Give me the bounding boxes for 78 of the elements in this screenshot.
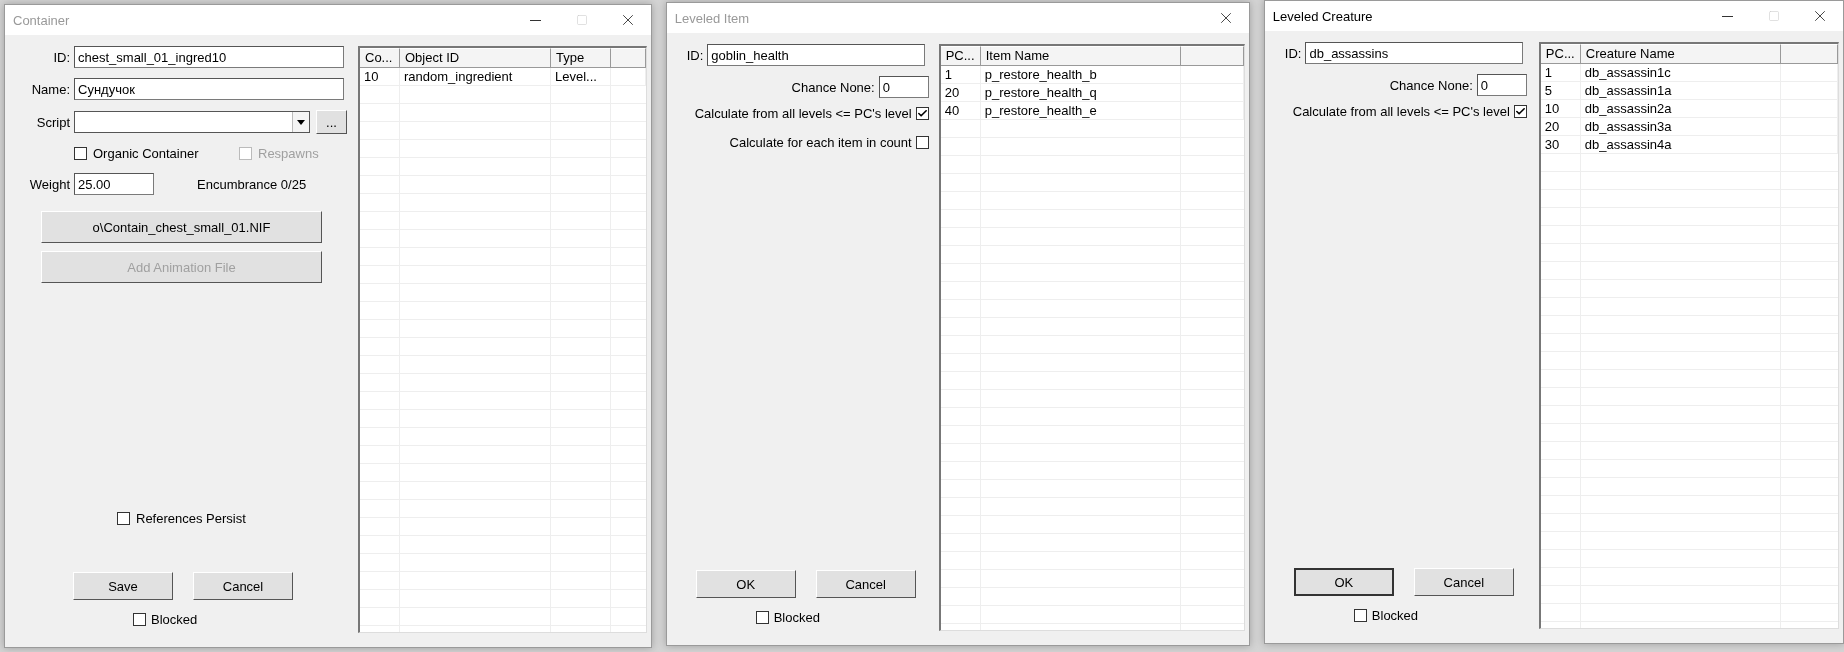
- table-cell: 1: [1540, 64, 1581, 81]
- checkmark-icon: [1514, 106, 1526, 117]
- table-cell: db_assassin2a: [1580, 100, 1781, 117]
- checkbox-label: Respawns: [258, 146, 319, 161]
- file-button[interactable]: o\Contain_chest_small_01.NIF: [41, 211, 322, 243]
- chance-field[interactable]: 0: [878, 76, 929, 98]
- table-cell: Level...: [551, 68, 611, 85]
- table-cell: 10: [360, 68, 400, 85]
- text-field[interactable]: Сундучок: [74, 78, 344, 100]
- table-cell: 30: [1540, 136, 1581, 153]
- column-header[interactable]: PC...: [940, 46, 981, 66]
- checkbox-label: Calculate for each item in count: [729, 135, 912, 150]
- encumbrance-text: Encumbrance 0/25: [197, 176, 307, 192]
- field-label: Chance None:: [1389, 77, 1473, 93]
- checkbox-label: Calculate from all levels <= PC's level: [1292, 104, 1510, 119]
- window-title: Leveled Creature: [1271, 8, 1374, 24]
- table-cell: p_restore_health_q: [980, 84, 1181, 101]
- table-cell: 40: [940, 102, 981, 119]
- column-header[interactable]: PC...: [1540, 44, 1581, 64]
- chance-field[interactable]: 0: [1476, 74, 1527, 96]
- field-label: Weight: [28, 176, 70, 192]
- script-dropdown[interactable]: [74, 111, 310, 133]
- window-title: Leveled Item: [673, 10, 751, 26]
- table-cell: db_assassin1c: [1580, 64, 1781, 81]
- dialog-button[interactable]: Save: [73, 572, 173, 600]
- table-cell: db_assassin3a: [1580, 118, 1781, 135]
- table-cell: random_ingredient: [400, 68, 551, 85]
- checkbox[interactable]: [915, 107, 929, 120]
- column-header[interactable]: Item Name: [980, 46, 1181, 66]
- checkbox-label: Organic Container: [93, 146, 199, 161]
- table-cell: p_restore_health_e: [980, 102, 1181, 119]
- checkbox-label: Blocked: [1371, 608, 1419, 623]
- id-field[interactable]: db_assassins: [1305, 42, 1524, 64]
- checkbox[interactable]: [133, 613, 146, 626]
- checkbox[interactable]: [915, 136, 929, 149]
- id-field[interactable]: goblin_health: [707, 44, 926, 66]
- table-cell: p_restore_health_b: [980, 66, 1181, 83]
- dialog-button[interactable]: OK: [695, 570, 796, 598]
- dialog-button[interactable]: Cancel: [1413, 568, 1514, 596]
- table-cell: 20: [1540, 118, 1581, 135]
- checkbox[interactable]: [117, 512, 130, 525]
- table-cell: db_assassin4a: [1580, 136, 1781, 153]
- minimize-icon: [530, 19, 542, 21]
- column-header[interactable]: Type: [551, 48, 611, 68]
- checkbox-label: Calculate from all levels <= PC's level: [694, 106, 912, 121]
- checkbox-label: Blocked: [773, 610, 820, 625]
- checkbox[interactable]: [74, 147, 87, 160]
- field-label: Chance None:: [791, 79, 875, 95]
- table-cell: 20: [940, 84, 981, 101]
- checkbox-label: References Persist: [136, 511, 246, 526]
- browse-button[interactable]: ...: [316, 110, 347, 134]
- field-label: ID:: [686, 47, 704, 63]
- checkbox-label: Blocked: [151, 612, 198, 627]
- table-cell: 5: [1540, 82, 1581, 99]
- field-label: Name:: [30, 81, 70, 97]
- table-cell: 10: [1540, 100, 1581, 117]
- column-header[interactable]: Co...: [360, 48, 400, 68]
- minimize-icon: [1722, 15, 1734, 17]
- maximize-icon: [575, 14, 588, 26]
- checkbox[interactable]: [755, 611, 769, 624]
- checkmark-icon: [916, 108, 928, 119]
- maximize-icon: [1768, 10, 1780, 22]
- dialog-button[interactable]: Cancel: [815, 570, 916, 598]
- weight-field[interactable]: 25.00: [74, 173, 154, 195]
- field-label: ID:: [1284, 45, 1302, 61]
- table-cell: 1: [940, 66, 981, 83]
- table-cell: db_assassin1a: [1580, 82, 1781, 99]
- field-label: ID:: [52, 49, 70, 65]
- dropdown-arrow-icon: [297, 119, 305, 125]
- checkbox[interactable]: [1353, 609, 1367, 622]
- field-label: Script: [35, 114, 70, 130]
- column-header[interactable]: Creature Name: [1580, 44, 1781, 64]
- checkbox[interactable]: [1513, 105, 1527, 118]
- dialog-button[interactable]: Cancel: [193, 572, 293, 600]
- column-header[interactable]: Object ID: [400, 48, 551, 68]
- window-title: Container: [12, 12, 71, 28]
- text-field[interactable]: chest_small_01_ingred10: [74, 46, 344, 68]
- dialog-button[interactable]: OK: [1293, 568, 1394, 596]
